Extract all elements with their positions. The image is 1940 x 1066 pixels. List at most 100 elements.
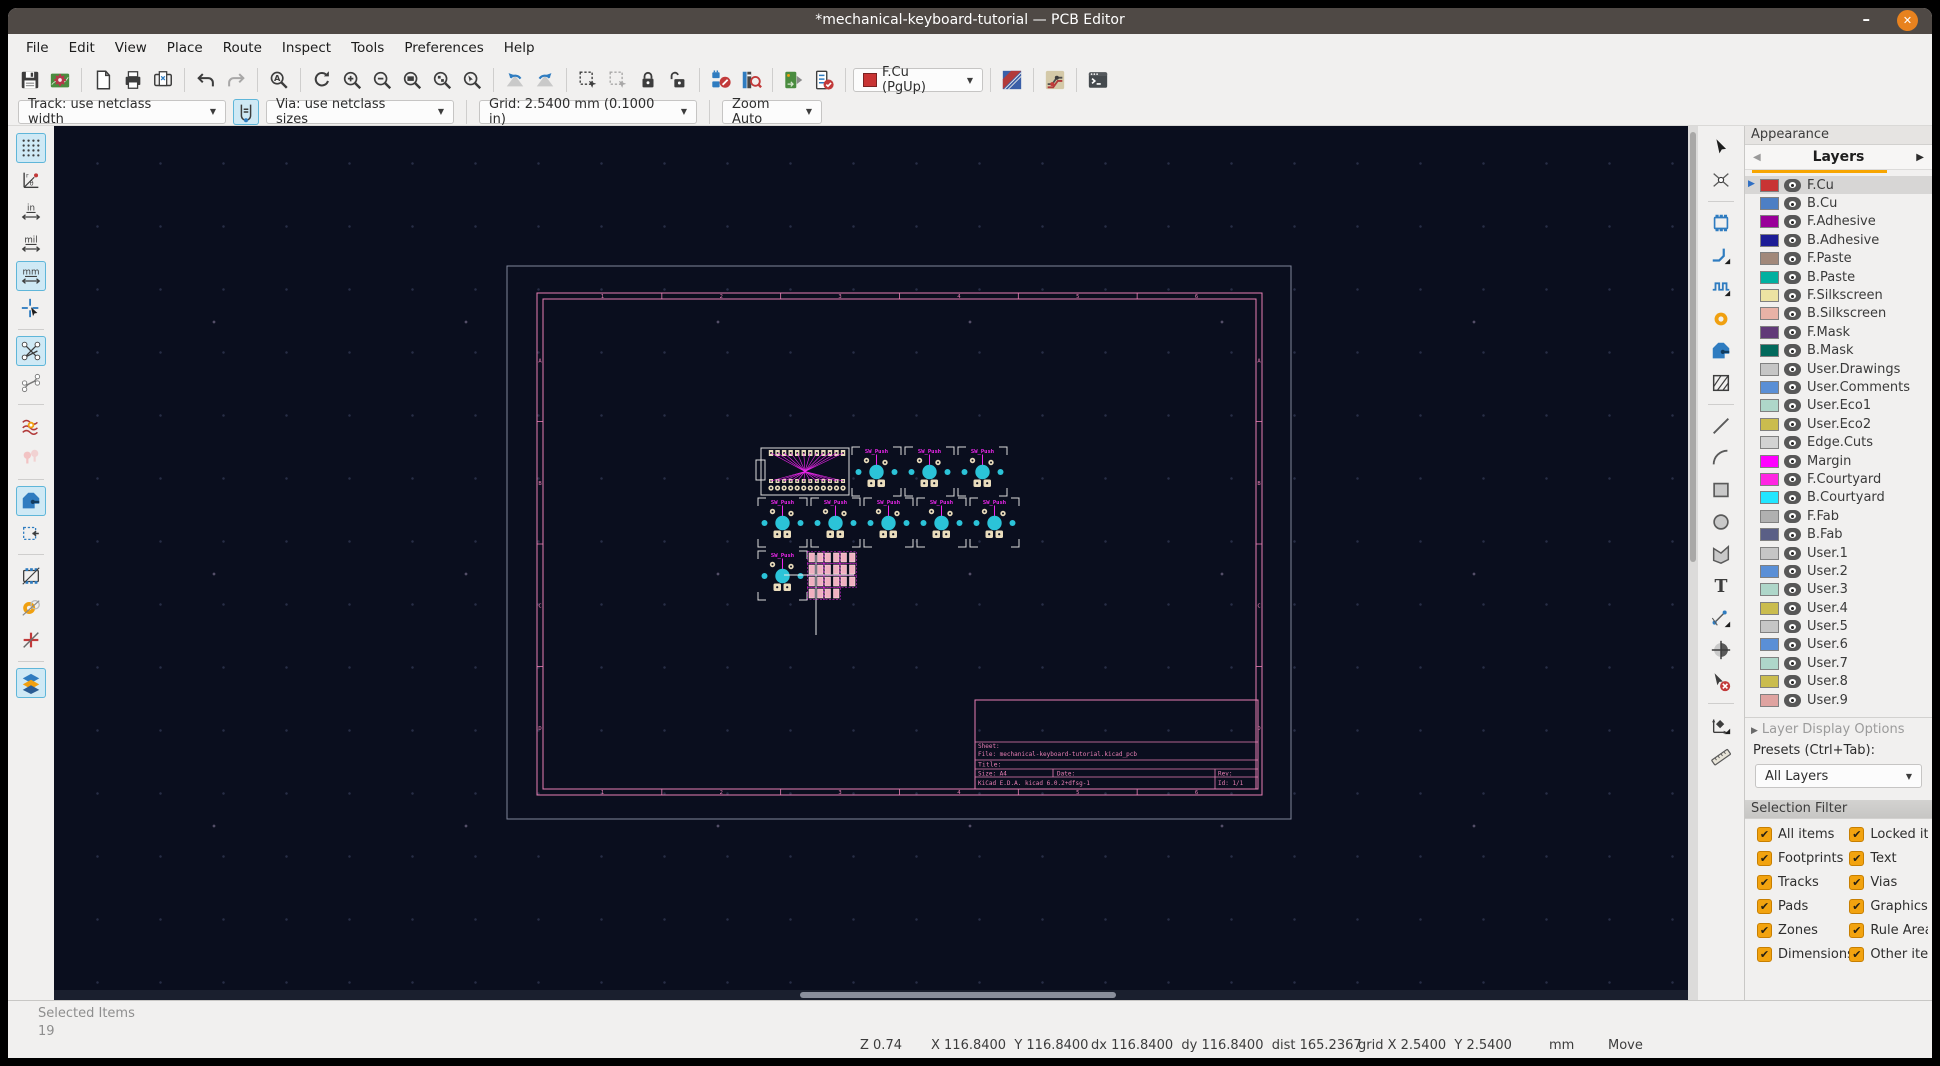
layer-row-b-courtyard[interactable]: B.Courtyard (1745, 489, 1932, 507)
zoom-objects-button[interactable] (428, 66, 456, 94)
visibility-eye-icon[interactable] (1784, 399, 1801, 413)
tab-scroll-left-icon[interactable]: ◀ (1753, 152, 1761, 163)
ratsnest-button[interactable] (16, 336, 46, 366)
visibility-eye-icon[interactable] (1784, 546, 1801, 560)
layer-row-user-comments[interactable]: User.Comments (1745, 378, 1932, 396)
drc-button[interactable] (810, 66, 838, 94)
layer-row-user-5[interactable]: User.5 (1745, 617, 1932, 635)
layer-row-user-1[interactable]: User.1 (1745, 544, 1932, 562)
layer-row-b-paste[interactable]: B.Paste (1745, 268, 1932, 286)
menu-file[interactable]: File (16, 36, 59, 60)
visibility-eye-icon[interactable] (1784, 491, 1801, 505)
layer-row-b-mask[interactable]: B.Mask (1745, 342, 1932, 360)
visibility-eye-icon[interactable] (1784, 252, 1801, 266)
layer-selector-dropdown[interactable]: F.Cu (PgUp) ▼ (853, 65, 983, 95)
layer-color-swatch[interactable] (1760, 399, 1779, 413)
layer-row-user-eco2[interactable]: User.Eco2 (1745, 415, 1932, 433)
via-size-dropdown[interactable]: Via: use netclass sizes ▼ (266, 97, 454, 127)
visibility-eye-icon[interactable] (1784, 528, 1801, 542)
layer-row-user-2[interactable]: User.2 (1745, 562, 1932, 580)
grid-dots-button[interactable] (16, 133, 46, 163)
zone-outline-button[interactable] (16, 518, 46, 548)
visibility-eye-icon[interactable] (1784, 509, 1801, 523)
checkbox-checked-icon[interactable]: ✔ (1849, 947, 1865, 963)
zoom-fit-button[interactable] (398, 66, 426, 94)
visibility-eye-icon[interactable] (1784, 178, 1801, 192)
layer-pair-button[interactable] (998, 66, 1026, 94)
visibility-eye-icon[interactable] (1784, 215, 1801, 229)
layer-row-f-courtyard[interactable]: F.Courtyard (1745, 470, 1932, 488)
tool-rule-area-button[interactable] (1706, 368, 1736, 398)
cursor-shape-button[interactable] (16, 293, 46, 323)
menu-preferences[interactable]: Preferences (394, 36, 493, 60)
layer-row-user-3[interactable]: User.3 (1745, 581, 1932, 599)
filter-dimensions[interactable]: ✔ Dimensions (1757, 947, 1849, 963)
close-button[interactable]: ✕ (1897, 10, 1918, 31)
tool-dimension-button[interactable] (1706, 603, 1736, 633)
layer-color-swatch[interactable] (1760, 197, 1779, 211)
fp-sketch-button[interactable] (16, 561, 46, 591)
filter-rule-areas[interactable]: ✔ Rule Areas (1849, 923, 1928, 939)
tool-polygon-button[interactable] (1706, 539, 1736, 569)
tool-target-button[interactable] (1706, 635, 1736, 665)
tool-select-button[interactable] (1706, 133, 1736, 163)
horizontal-scrollbar[interactable] (54, 990, 1688, 1000)
ratsnest-curved-button[interactable] (16, 368, 46, 398)
checkbox-checked-icon[interactable]: ✔ (1849, 827, 1865, 843)
visibility-eye-icon[interactable] (1784, 307, 1801, 321)
tool-tune-button[interactable] (1706, 272, 1736, 302)
tool-via-button[interactable] (1706, 304, 1736, 334)
menu-view[interactable]: View (105, 36, 157, 60)
checkbox-checked-icon[interactable]: ✔ (1757, 851, 1772, 867)
layer-color-swatch[interactable] (1760, 491, 1779, 505)
visibility-eye-icon[interactable] (1784, 693, 1801, 707)
visibility-eye-icon[interactable] (1784, 362, 1801, 376)
filter-all-items[interactable]: ✔ All items (1757, 827, 1849, 843)
visibility-eye-icon[interactable] (1784, 454, 1801, 468)
layer-color-swatch[interactable] (1760, 215, 1779, 229)
layer-color-swatch[interactable] (1760, 289, 1779, 303)
layer-color-swatch[interactable] (1760, 620, 1779, 634)
layer-color-swatch[interactable] (1760, 178, 1779, 192)
visibility-eye-icon[interactable] (1784, 325, 1801, 339)
layer-row-f-adhesive[interactable]: F.Adhesive (1745, 213, 1932, 231)
visibility-eye-icon[interactable] (1784, 601, 1801, 615)
layer-color-swatch[interactable] (1760, 656, 1779, 670)
visibility-eye-icon[interactable] (1784, 656, 1801, 670)
layer-row-margin[interactable]: Margin (1745, 452, 1932, 470)
menu-tools[interactable]: Tools (341, 36, 394, 60)
print-button[interactable] (119, 66, 147, 94)
layer-row-b-adhesive[interactable]: B.Adhesive (1745, 231, 1932, 249)
select-area-button[interactable] (574, 66, 602, 94)
zoom-out-button[interactable] (368, 66, 396, 94)
visibility-eye-icon[interactable] (1784, 620, 1801, 634)
tool-local-ratsnest-button[interactable] (1706, 165, 1736, 195)
plot-button[interactable] (149, 66, 177, 94)
layer-color-swatch[interactable] (1760, 380, 1779, 394)
layers-manager-button[interactable] (16, 668, 46, 698)
unlock-button[interactable] (664, 66, 692, 94)
checkbox-checked-icon[interactable]: ✔ (1757, 947, 1772, 963)
menu-inspect[interactable]: Inspect (272, 36, 341, 60)
layer-color-swatch[interactable] (1760, 472, 1779, 486)
filter-footprints[interactable]: ✔ Footprints (1757, 851, 1849, 867)
layer-color-swatch[interactable] (1760, 546, 1779, 560)
visibility-eye-icon[interactable] (1784, 564, 1801, 578)
checkbox-checked-icon[interactable]: ✔ (1849, 875, 1865, 891)
find-button[interactable]: A (265, 66, 293, 94)
undo-button[interactable] (192, 66, 220, 94)
track-width-sync-button[interactable] (233, 98, 259, 125)
filter-text[interactable]: ✔ Text (1849, 851, 1928, 867)
tool-arc-button[interactable] (1706, 443, 1736, 473)
layer-row-b-cu[interactable]: B.Cu (1745, 194, 1932, 212)
checkbox-checked-icon[interactable]: ✔ (1849, 851, 1865, 867)
checkbox-checked-icon[interactable]: ✔ (1757, 875, 1772, 891)
select-special-button[interactable] (604, 66, 632, 94)
layer-color-swatch[interactable] (1760, 601, 1779, 615)
unit-mil-button[interactable]: mil (16, 229, 46, 259)
pcb-canvas[interactable]: 1 1 2 2 3 3 4 4 5 5 6 6 A A B B C C D D Sheet: File: mechanic… (54, 126, 1688, 1000)
layer-row-user-4[interactable]: User.4 (1745, 599, 1932, 617)
zoom-selection-button[interactable] (458, 66, 486, 94)
tool-measure-button[interactable] (1706, 742, 1736, 772)
rotate-ccw-button[interactable] (501, 66, 529, 94)
